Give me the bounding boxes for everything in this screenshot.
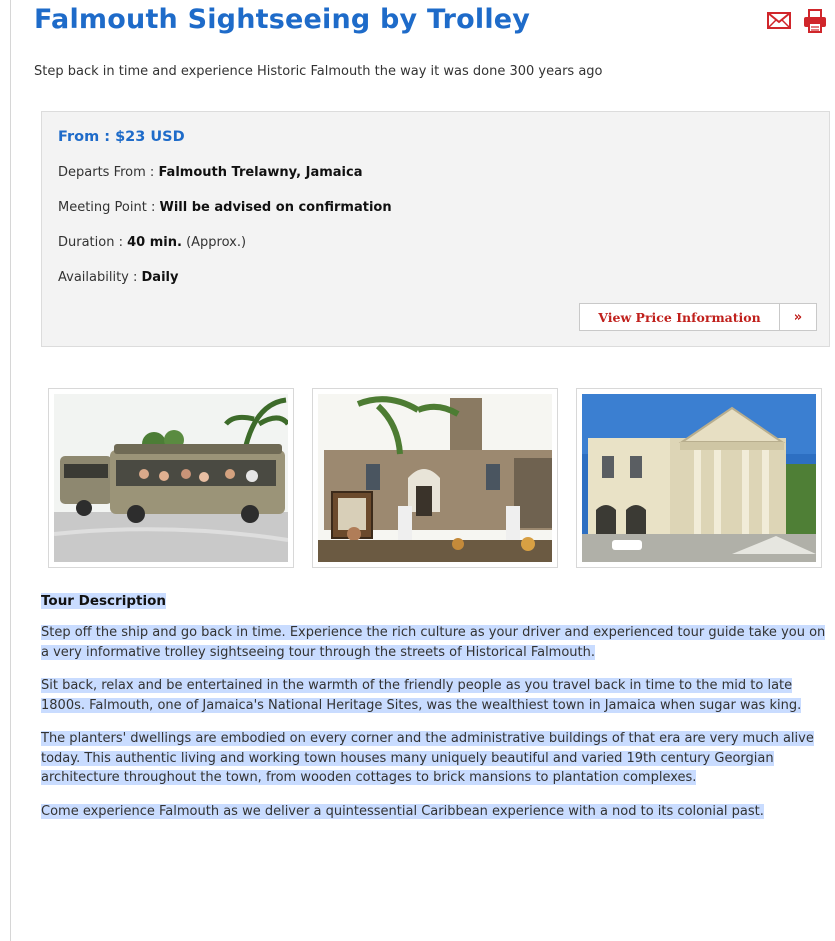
description-paragraph: Step off the ship and go back in time. E…: [41, 625, 826, 660]
view-price-button[interactable]: View Price Information »: [579, 303, 817, 331]
double-chevron-right-icon[interactable]: »: [780, 304, 816, 330]
availability-value: Daily: [141, 270, 179, 285]
description-paragraph: Come experience Falmouth as we deliver a…: [41, 803, 764, 819]
availability-row: Availability : Daily: [58, 270, 178, 285]
meeting-row: Meeting Point : Will be advised on confi…: [58, 200, 392, 215]
photo-gallery: [48, 388, 823, 568]
email-icon[interactable]: [766, 8, 792, 34]
tour-info-box: From : $23 USD Departs From : Falmouth T…: [41, 111, 830, 347]
courthouse-photo[interactable]: [576, 388, 822, 568]
page-subtitle: Step back in time and experience Histori…: [34, 64, 603, 79]
departs-row: Departs From : Falmouth Trelawny, Jamaic…: [58, 165, 362, 180]
church-photo[interactable]: [312, 388, 558, 568]
title-row: Falmouth Sightseeing by Trolley: [32, 0, 832, 48]
duration-row: Duration : 40 min. (Approx.): [58, 235, 246, 250]
view-price-label[interactable]: View Price Information: [580, 304, 780, 330]
tour-description: Tour Description Step off the ship and g…: [41, 590, 831, 821]
meeting-value: Will be advised on confirmation: [159, 200, 392, 215]
duration-label: Duration :: [58, 235, 123, 250]
page-title: Falmouth Sightseeing by Trolley: [34, 4, 531, 35]
description-heading: Tour Description: [41, 593, 166, 609]
description-paragraph: The planters' dwellings are embodied on …: [41, 731, 814, 785]
departs-label: Departs From :: [58, 165, 155, 180]
duration-note: (Approx.): [186, 235, 247, 250]
trolley-photo[interactable]: [48, 388, 294, 568]
availability-label: Availability :: [58, 270, 138, 285]
toolbar: [766, 8, 828, 34]
left-border: [10, 0, 11, 941]
price-from: From : $23 USD: [58, 129, 185, 145]
duration-value: 40 min.: [127, 235, 182, 250]
meeting-label: Meeting Point :: [58, 200, 156, 215]
print-icon[interactable]: [802, 8, 828, 34]
departs-value: Falmouth Trelawny, Jamaica: [158, 165, 363, 180]
tour-page: Falmouth Sightseeing by Trolley Step bac…: [32, 0, 832, 819]
description-paragraph: Sit back, relax and be entertained in th…: [41, 678, 802, 713]
